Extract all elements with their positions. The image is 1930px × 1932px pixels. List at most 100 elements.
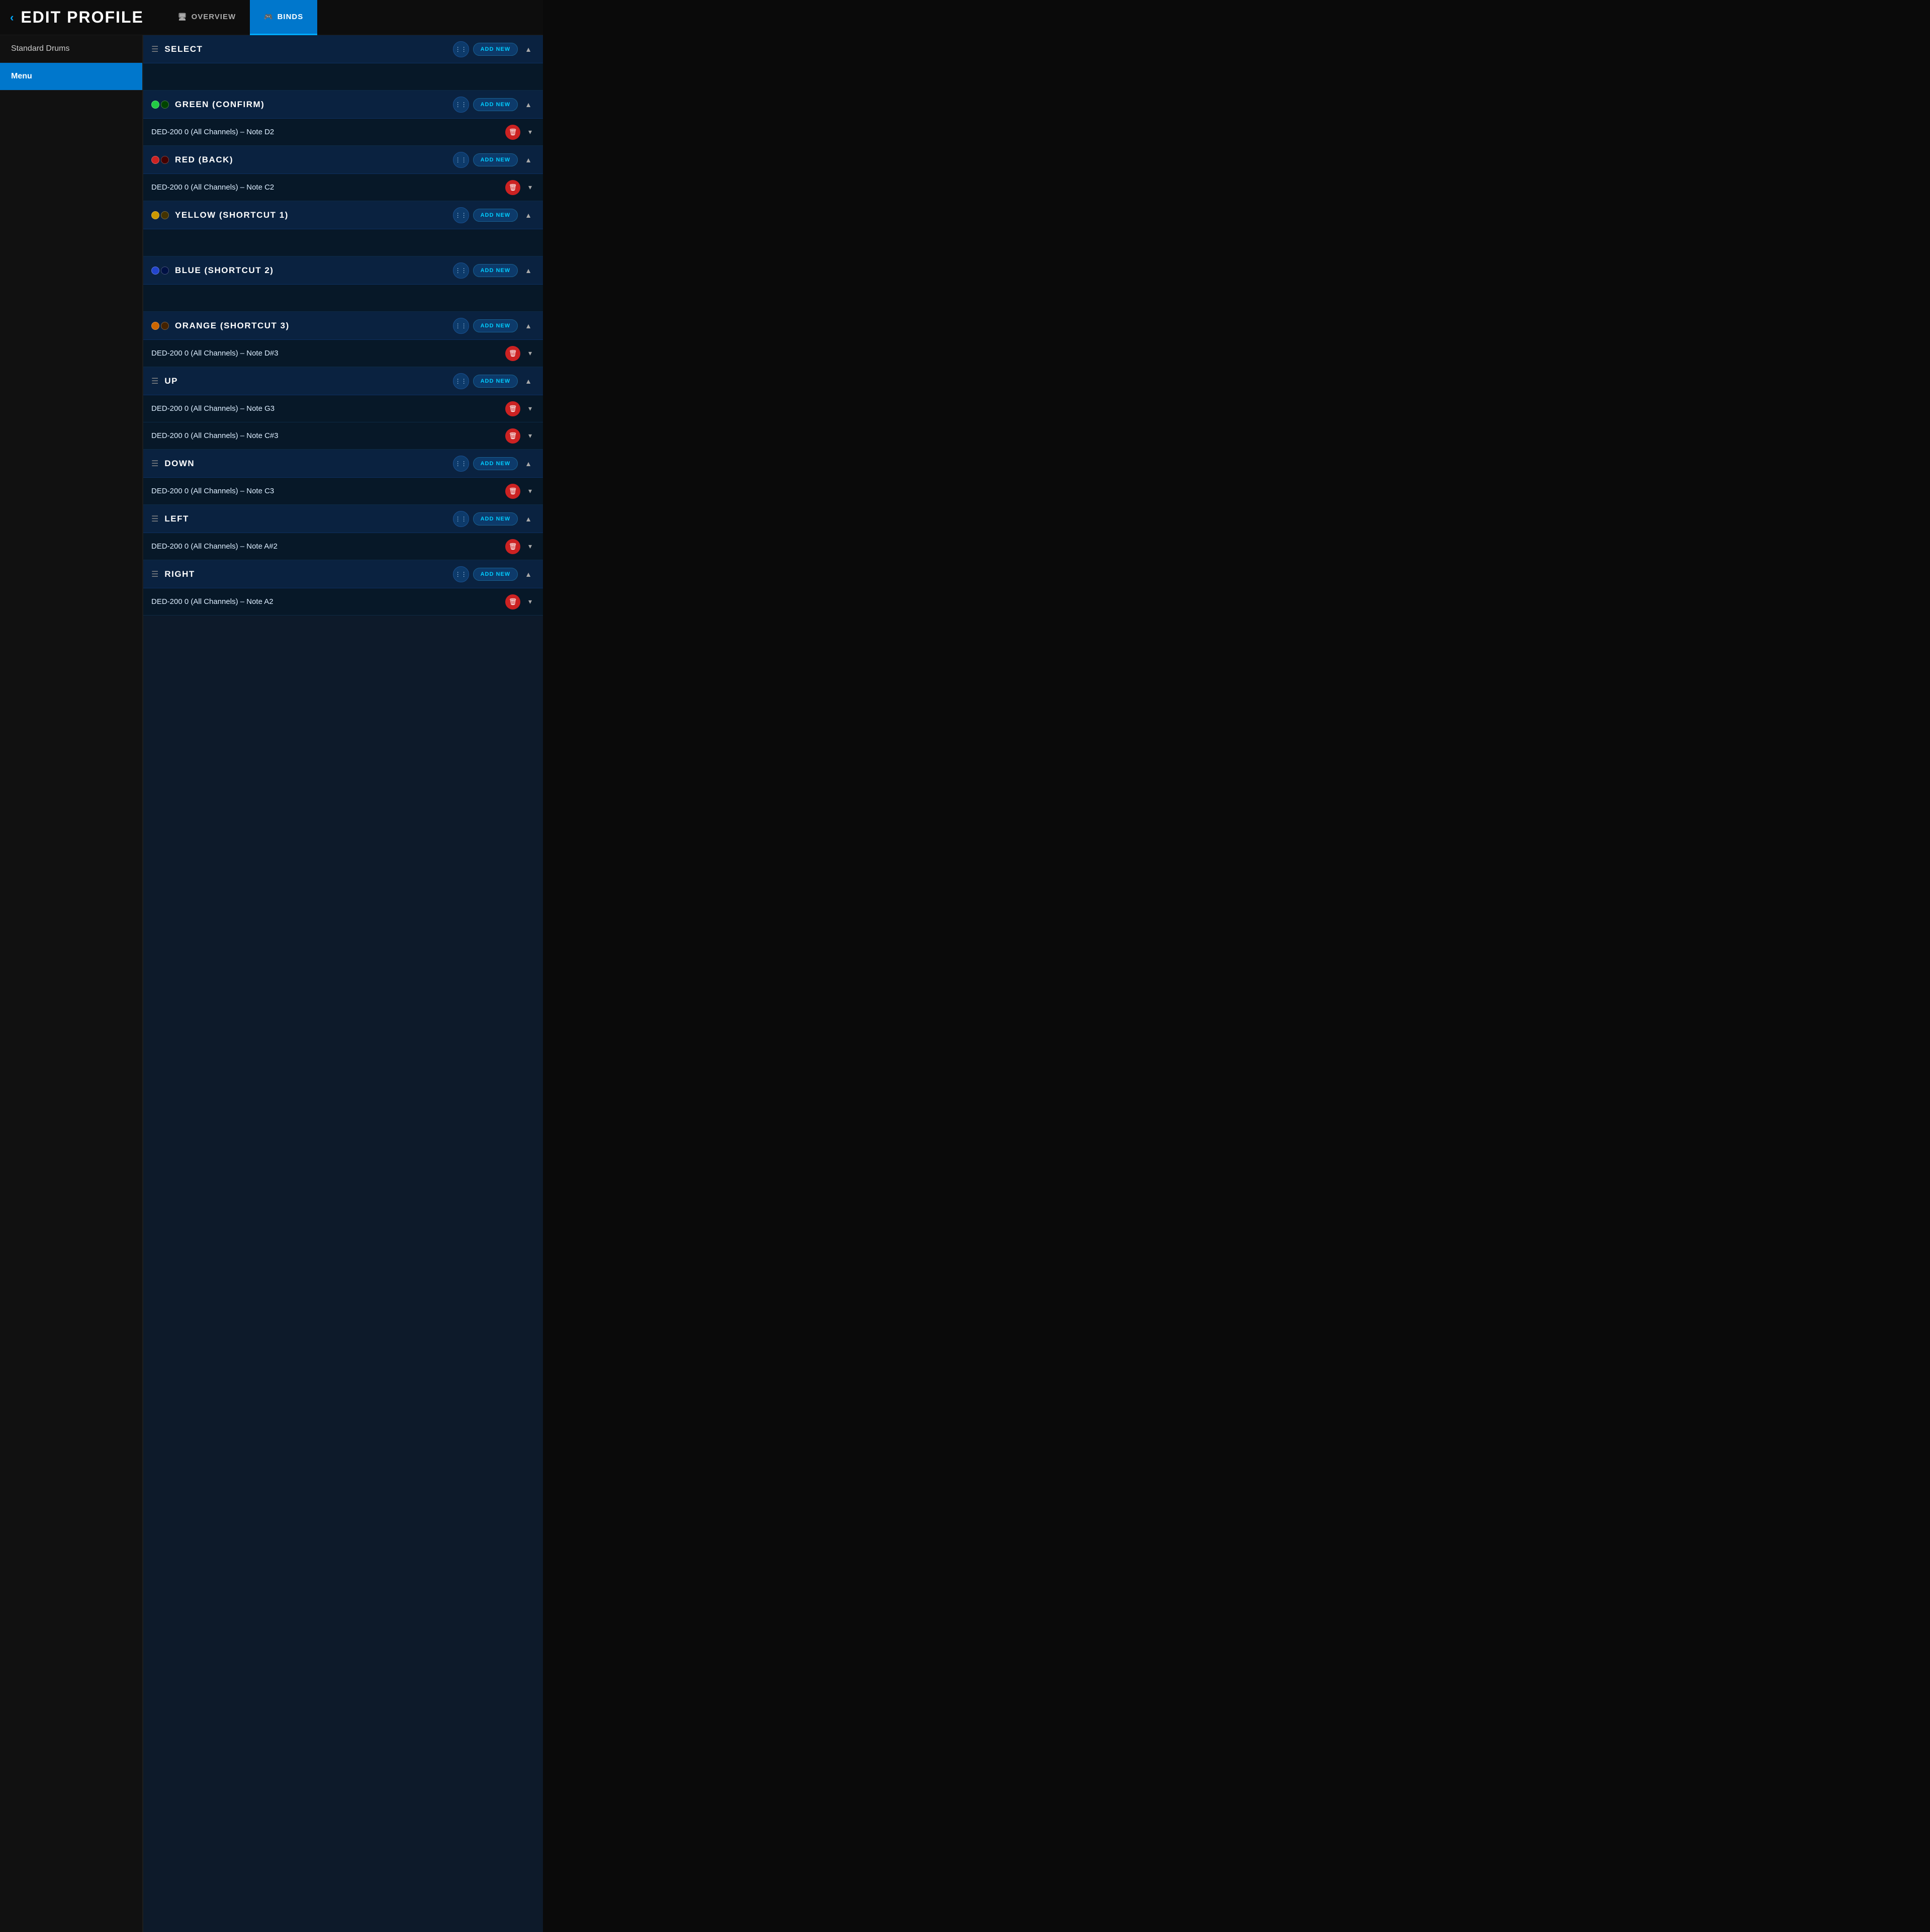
collapse-btn-right[interactable]: ▲ <box>522 568 535 580</box>
section-lines-icon: ☰ <box>151 44 158 54</box>
menu-dots-icon: ⋮⋮ <box>455 378 467 385</box>
add-new-btn-orange-shortcut3[interactable]: ADD NEW <box>473 319 518 332</box>
collapse-btn-left[interactable]: ▲ <box>522 513 535 525</box>
section-actions-yellow-shortcut1: ⋮⋮ ADD NEW ▲ <box>453 207 535 223</box>
collapse-btn-orange-shortcut3[interactable]: ▲ <box>522 320 535 332</box>
section-menu-btn-select[interactable]: ⋮⋮ <box>453 41 469 57</box>
section-title-blue-shortcut2: BLUE (SHORTCUT 2) <box>175 266 447 276</box>
tab-overview[interactable]: 🖥 OVERVIEW <box>164 0 250 35</box>
menu-dots-icon: ⋮⋮ <box>455 101 467 108</box>
section-menu-btn-left[interactable]: ⋮⋮ <box>453 511 469 527</box>
section-title-right: RIGHT <box>164 569 446 579</box>
page-title: EDIT PROFILE <box>21 8 143 27</box>
add-new-btn-right[interactable]: ADD NEW <box>473 568 518 581</box>
bind-label-orange-shortcut3-0: DED-200 0 (All Channels) – Note D#3 <box>151 349 505 358</box>
section-header-right: ☰ RIGHT ⋮⋮ ADD NEW ▲ <box>143 560 543 588</box>
expand-btn-right-0[interactable]: ▾ <box>525 595 535 608</box>
toggle-icon-green-confirm[interactable] <box>151 101 169 109</box>
section-menu-btn-blue-shortcut2[interactable]: ⋮⋮ <box>453 262 469 279</box>
sidebar-item-menu[interactable]: Menu <box>0 63 142 91</box>
bind-label-red-back-0: DED-200 0 (All Channels) – Note C2 <box>151 183 505 192</box>
toggle-icon-yellow-shortcut1[interactable] <box>151 211 169 219</box>
trash-icon: 🗑 <box>509 432 517 440</box>
expand-btn-down-0[interactable]: ▾ <box>525 485 535 497</box>
section-menu-btn-down[interactable]: ⋮⋮ <box>453 456 469 472</box>
trash-icon: 🗑 <box>509 543 517 551</box>
sidebar-item-standard-drums[interactable]: Standard Drums <box>0 35 142 63</box>
section-menu-btn-yellow-shortcut1[interactable]: ⋮⋮ <box>453 207 469 223</box>
bind-row-green-confirm-0: DED-200 0 (All Channels) – Note D2 🗑 ▾ <box>143 119 543 146</box>
section-menu-btn-orange-shortcut3[interactable]: ⋮⋮ <box>453 318 469 334</box>
section-actions-red-back: ⋮⋮ ADD NEW ▲ <box>453 152 535 168</box>
tab-binds[interactable]: 🎮 BINDS <box>250 0 317 35</box>
collapse-btn-green-confirm[interactable]: ▲ <box>522 99 535 111</box>
section-lines-icon: ☰ <box>151 514 158 524</box>
sidebar-item-label: Standard Drums <box>11 44 70 53</box>
section-header-blue-shortcut2: BLUE (SHORTCUT 2) ⋮⋮ ADD NEW ▲ <box>143 256 543 285</box>
menu-dots-icon: ⋮⋮ <box>455 322 467 329</box>
add-new-btn-blue-shortcut2[interactable]: ADD NEW <box>473 264 518 277</box>
delete-btn-red-back-0[interactable]: 🗑 <box>505 180 520 195</box>
bind-row-up-1: DED-200 0 (All Channels) – Note C#3 🗑 ▾ <box>143 422 543 450</box>
monitor-icon: 🖥 <box>178 13 188 21</box>
section-actions-left: ⋮⋮ ADD NEW ▲ <box>453 511 535 527</box>
add-new-btn-down[interactable]: ADD NEW <box>473 457 518 470</box>
add-new-btn-red-back[interactable]: ADD NEW <box>473 153 518 166</box>
collapse-btn-yellow-shortcut1[interactable]: ▲ <box>522 209 535 221</box>
collapse-btn-select[interactable]: ▲ <box>522 43 535 55</box>
bind-label-up-0: DED-200 0 (All Channels) – Note G3 <box>151 404 505 413</box>
bind-row-orange-shortcut3-0: DED-200 0 (All Channels) – Note D#3 🗑 ▾ <box>143 340 543 367</box>
delete-btn-left-0[interactable]: 🗑 <box>505 539 520 554</box>
collapse-btn-red-back[interactable]: ▲ <box>522 154 535 166</box>
expand-btn-left-0[interactable]: ▾ <box>525 540 535 553</box>
content-area: ☰ SELECT ⋮⋮ ADD NEW ▲ GREEN (CONFIRM) ⋮⋮… <box>143 35 543 1932</box>
expand-btn-up-0[interactable]: ▾ <box>525 402 535 415</box>
add-new-btn-select[interactable]: ADD NEW <box>473 43 518 56</box>
menu-dots-icon: ⋮⋮ <box>455 460 467 467</box>
section-menu-btn-right[interactable]: ⋮⋮ <box>453 566 469 582</box>
collapse-btn-down[interactable]: ▲ <box>522 458 535 470</box>
section-header-red-back: RED (BACK) ⋮⋮ ADD NEW ▲ <box>143 146 543 174</box>
section-actions-right: ⋮⋮ ADD NEW ▲ <box>453 566 535 582</box>
add-new-btn-left[interactable]: ADD NEW <box>473 512 518 525</box>
section-menu-btn-green-confirm[interactable]: ⋮⋮ <box>453 97 469 113</box>
back-button[interactable]: ‹ <box>10 11 14 24</box>
add-new-btn-green-confirm[interactable]: ADD NEW <box>473 98 518 111</box>
expand-btn-up-1[interactable]: ▾ <box>525 429 535 442</box>
delete-btn-down-0[interactable]: 🗑 <box>505 484 520 499</box>
toggle-icon-red-back[interactable] <box>151 156 169 164</box>
menu-dots-icon: ⋮⋮ <box>455 46 467 53</box>
section-header-yellow-shortcut1: YELLOW (SHORTCUT 1) ⋮⋮ ADD NEW ▲ <box>143 201 543 229</box>
collapse-btn-blue-shortcut2[interactable]: ▲ <box>522 265 535 277</box>
section-title-yellow-shortcut1: YELLOW (SHORTCUT 1) <box>175 210 447 220</box>
empty-row-select <box>143 63 543 91</box>
expand-btn-red-back-0[interactable]: ▾ <box>525 181 535 194</box>
section-lines-icon: ☰ <box>151 569 158 579</box>
section-title-down: DOWN <box>164 459 446 469</box>
bind-row-up-0: DED-200 0 (All Channels) – Note G3 🗑 ▾ <box>143 395 543 422</box>
delete-btn-right-0[interactable]: 🗑 <box>505 594 520 609</box>
expand-btn-green-confirm-0[interactable]: ▾ <box>525 126 535 138</box>
toggle-icon-blue-shortcut2[interactable] <box>151 267 169 275</box>
section-menu-btn-red-back[interactable]: ⋮⋮ <box>453 152 469 168</box>
menu-dots-icon: ⋮⋮ <box>455 156 467 163</box>
expand-btn-orange-shortcut3-0[interactable]: ▾ <box>525 347 535 360</box>
bind-label-green-confirm-0: DED-200 0 (All Channels) – Note D2 <box>151 128 505 136</box>
add-new-btn-up[interactable]: ADD NEW <box>473 375 518 388</box>
section-actions-down: ⋮⋮ ADD NEW ▲ <box>453 456 535 472</box>
delete-btn-orange-shortcut3-0[interactable]: 🗑 <box>505 346 520 361</box>
toggle-icon-orange-shortcut3[interactable] <box>151 322 169 330</box>
section-header-orange-shortcut3: ORANGE (SHORTCUT 3) ⋮⋮ ADD NEW ▲ <box>143 312 543 340</box>
add-new-btn-yellow-shortcut1[interactable]: ADD NEW <box>473 209 518 222</box>
delete-btn-green-confirm-0[interactable]: 🗑 <box>505 125 520 140</box>
collapse-btn-up[interactable]: ▲ <box>522 375 535 387</box>
section-title-left: LEFT <box>164 514 446 524</box>
delete-btn-up-0[interactable]: 🗑 <box>505 401 520 416</box>
gamepad-icon: 🎮 <box>264 13 273 21</box>
delete-btn-up-1[interactable]: 🗑 <box>505 428 520 444</box>
bind-label-up-1: DED-200 0 (All Channels) – Note C#3 <box>151 431 505 440</box>
section-title-green-confirm: GREEN (CONFIRM) <box>175 100 447 110</box>
section-menu-btn-up[interactable]: ⋮⋮ <box>453 373 469 389</box>
bind-label-left-0: DED-200 0 (All Channels) – Note A#2 <box>151 542 505 551</box>
section-title-orange-shortcut3: ORANGE (SHORTCUT 3) <box>175 321 447 331</box>
